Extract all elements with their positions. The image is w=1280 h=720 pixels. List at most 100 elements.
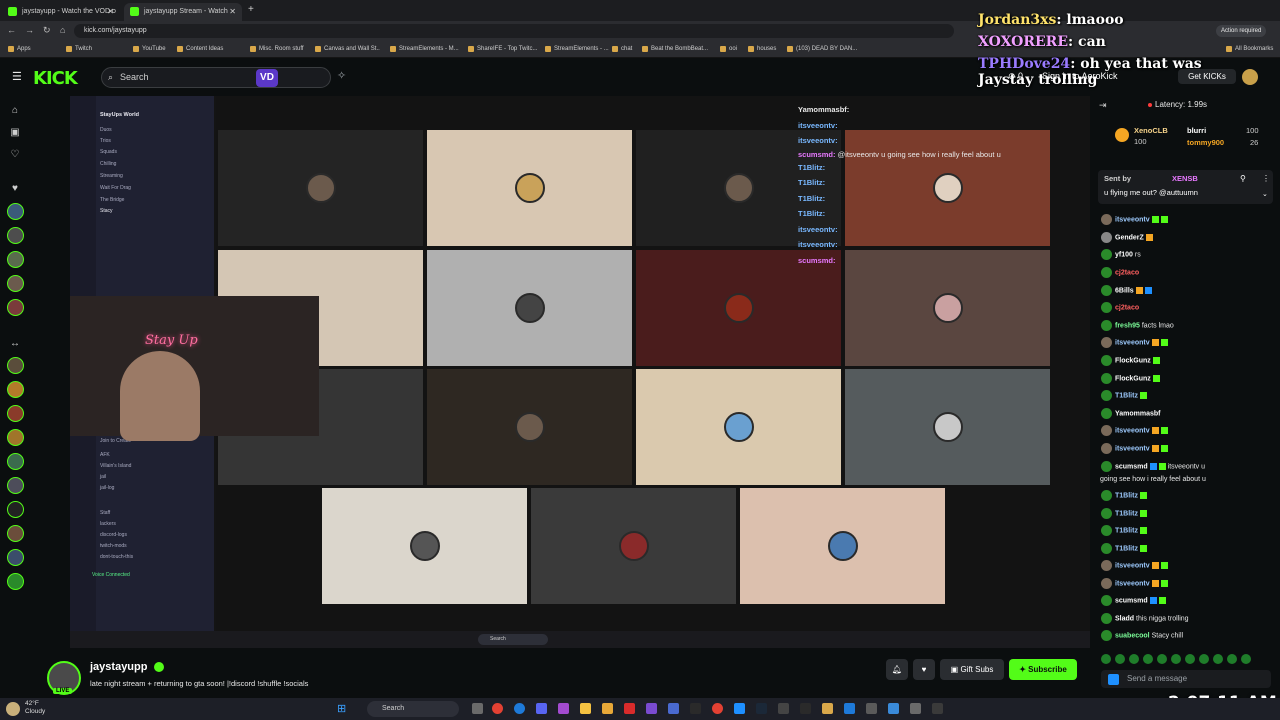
recommended-channel-avatar[interactable] <box>7 525 24 542</box>
chat-badge-icon[interactable] <box>1108 674 1119 685</box>
gifter-name: XenoCLB <box>1134 126 1168 135</box>
menu-icon[interactable]: ☰ <box>12 70 22 83</box>
bookmark[interactable]: Content Ideas <box>177 44 223 54</box>
bookmark[interactable]: ShareIFE - Top Twitc... <box>468 44 537 54</box>
extension-badge[interactable]: VD <box>256 69 278 87</box>
chrome-icon[interactable] <box>492 703 503 714</box>
emote-bar[interactable] <box>1101 651 1276 664</box>
bookmark[interactable]: Apps <box>8 44 31 54</box>
call-chat-overlay: Yamommasbf: itsveeontv: itsveeontv: scum… <box>798 102 1058 268</box>
recommended-channel-avatar[interactable] <box>7 477 24 494</box>
chat-message: Sladd this nigga trolling <box>1101 613 1189 624</box>
collapse-chat-icon[interactable]: ⇥ <box>1099 100 1107 111</box>
followed-channel-avatar[interactable] <box>7 227 24 244</box>
bookmark[interactable]: StreamElements - M... <box>390 44 459 54</box>
streamer-webcam: Stay Up <box>70 296 319 441</box>
discord-channel: Staff <box>100 510 111 516</box>
bookmark[interactable]: houses <box>748 44 776 54</box>
bookmark[interactable]: Beat the BombBeat... <box>642 44 708 54</box>
chevron-down-icon[interactable]: ⌄ <box>1262 190 1268 198</box>
url-field[interactable]: kick.com/jaystayupp <box>74 24 954 38</box>
chat-message: scumsmd <box>1101 595 1166 606</box>
app-icon[interactable] <box>558 703 569 714</box>
recommended-channel-avatar[interactable] <box>7 357 24 374</box>
app-icon[interactable] <box>800 703 811 714</box>
call-chat-line: scumsmd: @itsveeontv u going see how i r… <box>798 149 1001 159</box>
app-icon[interactable] <box>822 703 833 714</box>
discord-icon[interactable] <box>536 703 547 714</box>
windows-taskbar: 42°F Cloudy ⊞ Search <box>0 698 1280 720</box>
recommended-channel-avatar[interactable] <box>7 549 24 566</box>
followed-channel-avatar[interactable] <box>7 251 24 268</box>
discord-channel: Squads <box>100 149 117 155</box>
app-icon[interactable] <box>624 703 635 714</box>
app-icon[interactable] <box>778 703 789 714</box>
forward-icon[interactable]: → <box>25 25 34 35</box>
gift-subs-button[interactable]: ▣ Gift Subs <box>940 659 1004 680</box>
bookmark[interactable]: YouTube <box>133 44 166 54</box>
home-icon[interactable]: ⌂ <box>9 105 21 117</box>
app-icon[interactable] <box>712 703 723 714</box>
video-player[interactable]: StayUps World Duos Trios Squads Chilling… <box>70 96 1090 648</box>
back-icon[interactable]: ← <box>7 25 16 35</box>
more-options-icon[interactable]: ⋮ <box>1262 174 1270 183</box>
streamer-name[interactable]: jaystayupp <box>90 661 147 673</box>
chat-message: T1Blitz <box>1101 390 1147 401</box>
followed-channel-avatar[interactable] <box>7 203 24 220</box>
browser-tab[interactable]: jaystayupp - Watch the VOD o ✕ <box>2 3 120 21</box>
sparkle-icon[interactable]: ✧ <box>337 69 346 82</box>
windows-start-icon[interactable]: ⊞ <box>337 702 346 715</box>
bookmark[interactable]: Twitch <box>66 44 92 54</box>
bookmark[interactable]: ooi <box>720 44 737 54</box>
sign-in-button[interactable]: Sign in to AeroKick <box>1042 71 1118 81</box>
reload-icon[interactable]: ↻ <box>43 25 51 36</box>
weather-icon <box>6 702 20 716</box>
app-icon[interactable] <box>888 703 899 714</box>
user-avatar[interactable] <box>1242 69 1258 85</box>
pin-icon[interactable]: ⚲ <box>1240 174 1246 183</box>
edge-icon[interactable] <box>514 703 525 714</box>
app-icon[interactable] <box>866 703 877 714</box>
bookmark[interactable]: Misc. Room stuff <box>250 44 304 54</box>
search-input[interactable]: ⌕ Search <box>101 67 331 88</box>
bookmark[interactable]: StreamElements - ... <box>545 44 609 54</box>
recommended-channel-avatar[interactable] <box>7 405 24 422</box>
app-icon[interactable] <box>932 703 943 714</box>
steam-icon[interactable] <box>756 703 767 714</box>
bookmark[interactable]: chat <box>612 44 632 54</box>
bookmark[interactable]: (103) DEAD BY DAN... <box>787 44 857 54</box>
get-kicks-button[interactable]: Get KICKs <box>1178 69 1236 84</box>
followed-channel-avatar[interactable] <box>7 275 24 292</box>
file-explorer-icon[interactable] <box>580 703 591 714</box>
kick-logo[interactable]: KICK <box>33 68 78 89</box>
subscribe-button[interactable]: ✦ Subscribe <box>1009 659 1077 680</box>
app-icon[interactable] <box>602 703 613 714</box>
following-icon[interactable]: ♡ <box>9 149 21 161</box>
close-tab-icon[interactable]: ✕ <box>229 3 236 21</box>
recommended-channel-avatar[interactable] <box>7 501 24 518</box>
browser-tab-active[interactable]: jaystayupp Stream - Watch ✕ <box>124 3 242 21</box>
home-icon[interactable]: ⌂ <box>60 25 65 35</box>
weather-widget[interactable]: 42°F Cloudy <box>25 700 45 716</box>
recommended-channel-avatar[interactable] <box>7 381 24 398</box>
app-icon[interactable] <box>690 703 701 714</box>
app-icon[interactable] <box>910 703 921 714</box>
followed-channel-avatar[interactable] <box>7 299 24 316</box>
new-tab-icon[interactable]: + <box>248 4 254 15</box>
app-icon[interactable] <box>646 703 657 714</box>
app-icon[interactable] <box>734 703 745 714</box>
app-icon[interactable] <box>844 703 855 714</box>
task-view-icon[interactable] <box>472 703 483 714</box>
chat-input[interactable]: Send a message <box>1101 670 1271 688</box>
browse-icon[interactable]: ▣ <box>9 127 21 139</box>
close-tab-icon[interactable]: ✕ <box>107 3 114 21</box>
follow-heart-button[interactable]: ♥ <box>913 659 935 680</box>
bookmark[interactable]: Canvas and Wall St.. <box>315 44 380 54</box>
recommended-channel-avatar[interactable] <box>7 429 24 446</box>
app-icon[interactable] <box>668 703 679 714</box>
pinned-message: Sent by XENSB u flying me out? @auttuumn… <box>1098 170 1273 204</box>
recommended-channel-avatar[interactable] <box>7 573 24 590</box>
taskbar-search[interactable]: Search <box>367 701 459 717</box>
recommended-channel-avatar[interactable] <box>7 453 24 470</box>
notification-bell-button[interactable]: 🔔︎ <box>886 659 908 680</box>
